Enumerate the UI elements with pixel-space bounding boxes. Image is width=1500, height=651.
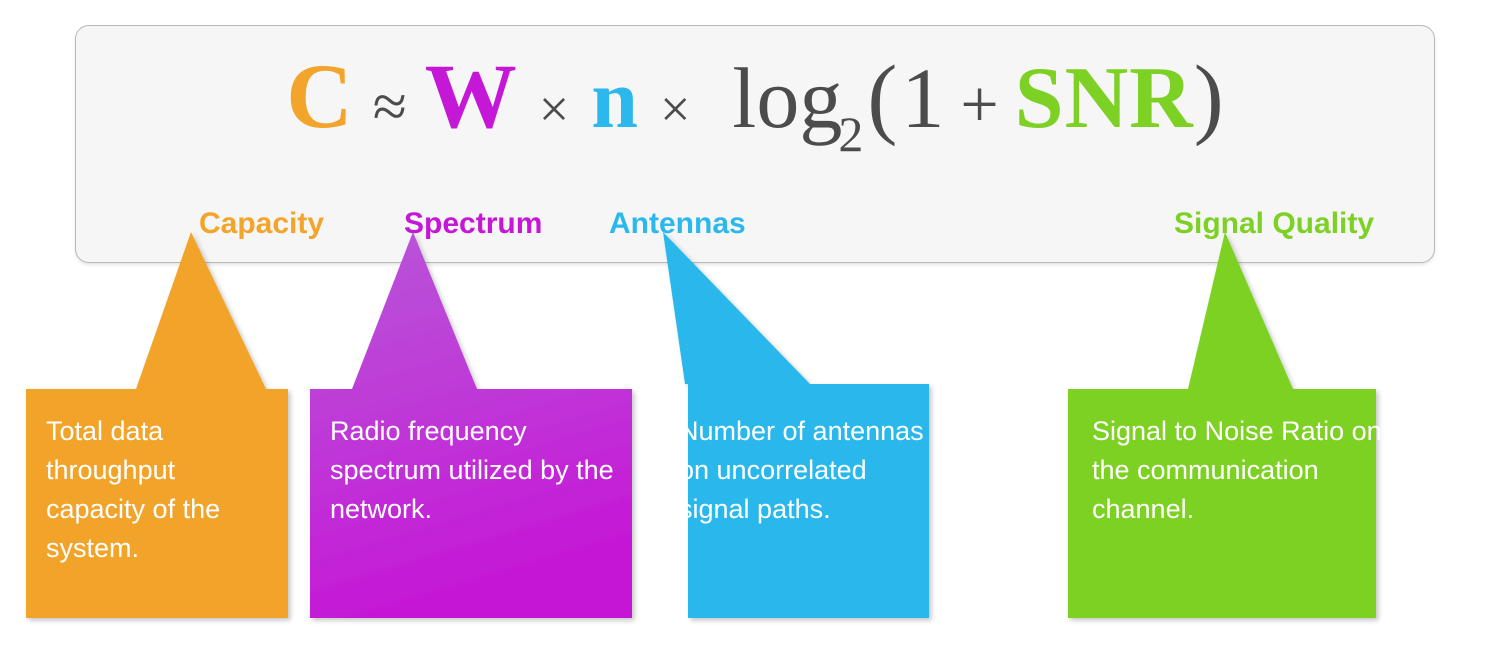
callout-signal-quality: Signal to Noise Ratio on the communicati… bbox=[1068, 232, 1382, 624]
formula-log-base: 2 bbox=[838, 106, 864, 162]
callout-text-spectrum: Radio frequency spectrum utilized by the… bbox=[330, 416, 614, 524]
callout-text-signal-quality: Signal to Noise Ratio on the communicati… bbox=[1092, 416, 1382, 524]
formula-symbol-snr: SNR bbox=[1014, 50, 1194, 147]
formula-symbol-spectrum: W bbox=[424, 45, 517, 147]
formula-approx-sign: ≈ bbox=[372, 73, 407, 141]
formula-plus-sign: + bbox=[960, 66, 999, 142]
callout-spectrum: Radio frequency spectrum utilized by the… bbox=[310, 232, 638, 624]
capacity-formula: C ≈ W × n × log 2 ( 1 + SNR ) bbox=[76, 50, 1434, 170]
formula-log-text: log bbox=[732, 50, 843, 146]
callout-text-antennas: Number of antennas on uncorrelated signa… bbox=[679, 416, 924, 524]
formula-one: 1 bbox=[901, 50, 945, 146]
callout-text-capacity: Total data throughput capacity of the sy… bbox=[46, 416, 221, 563]
formula-symbol-capacity: C bbox=[286, 45, 353, 147]
formula-paren-close: ) bbox=[1193, 48, 1224, 147]
formula-multiply-sign-2: × bbox=[659, 79, 691, 139]
callout-capacity: Total data throughput capacity of the sy… bbox=[26, 232, 294, 624]
formula-symbol-antennas: n bbox=[591, 53, 638, 146]
formula-panel: C ≈ W × n × log 2 ( 1 + SNR ) Capacity S… bbox=[75, 25, 1435, 263]
formula-multiply-sign-1: × bbox=[538, 79, 570, 139]
formula-paren-open: ( bbox=[867, 48, 898, 147]
callout-antennas: Number of antennas on uncorrelated signa… bbox=[655, 232, 933, 624]
